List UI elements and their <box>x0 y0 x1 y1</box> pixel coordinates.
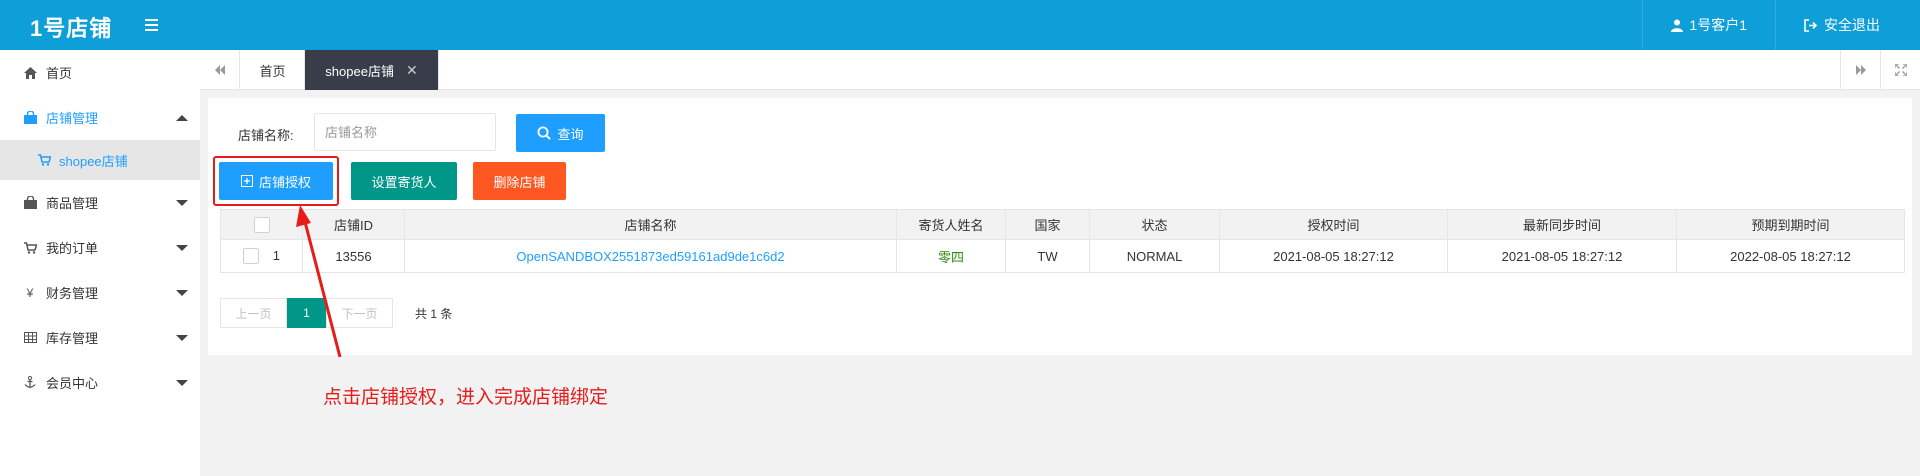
expire-time-cell: 2022-08-05 18:27:12 <box>1676 239 1905 273</box>
page-1-button[interactable]: 1 <box>287 298 326 328</box>
header-actions: 1号客户1 安全退出 <box>1642 0 1920 50</box>
shop-name-input[interactable] <box>314 113 496 151</box>
next-page-button[interactable]: 下一页 <box>326 298 393 328</box>
sidebar-item-inventory[interactable]: 库存管理 <box>0 315 200 360</box>
row-checkbox[interactable] <box>243 248 260 265</box>
anchor-icon <box>22 376 38 389</box>
status-cell: NORMAL <box>1089 239 1220 273</box>
sender-cell: 零四 <box>896 239 1006 273</box>
total-count: 共 1 条 <box>415 306 453 321</box>
shop-name-label: 店铺名称: <box>238 128 294 143</box>
shop-id-cell: 13556 <box>302 239 405 273</box>
table-row: 1 13556 OpenSANDBOX2551873ed59161ad9de1c… <box>220 239 1905 273</box>
user-icon <box>1671 19 1684 32</box>
caret-up-icon <box>176 115 188 121</box>
column-header: 国家 <box>1005 209 1090 240</box>
sidebar-item-label: 我的订单 <box>46 241 99 256</box>
delete-shop-button[interactable]: 删除店铺 <box>473 162 566 200</box>
search-icon <box>537 126 552 140</box>
select-all-cell <box>220 209 303 240</box>
sidebar-item-label: 财务管理 <box>46 286 99 301</box>
annotation-note: 点击店铺授权，进入完成店铺绑定 <box>323 387 609 408</box>
caret-down-icon <box>176 335 188 341</box>
sidebar-item-finance[interactable]: ¥ 财务管理 <box>0 270 200 315</box>
caret-down-icon <box>176 290 188 296</box>
fullscreen-icon <box>1894 64 1907 76</box>
sidebar-item-label: shopee店铺 <box>59 153 128 169</box>
column-header: 最新同步时间 <box>1447 209 1677 240</box>
top-header: 1号店铺 1号客户1 安全退出 <box>0 0 1920 50</box>
column-header: 店铺名称 <box>404 209 897 240</box>
logout-icon <box>1804 18 1818 32</box>
tab-prev-button[interactable] <box>200 50 240 90</box>
sidebar-item-home[interactable]: 首页 <box>0 50 200 95</box>
pagination: 上一页 1 下一页 共 1 条 <box>220 298 452 328</box>
menu-toggle-icon[interactable] <box>143 16 161 34</box>
fullscreen-button[interactable] <box>1880 50 1920 90</box>
cart-icon <box>38 154 51 166</box>
sidebar-item-label: 店铺管理 <box>46 111 99 126</box>
caret-down-icon <box>176 380 188 386</box>
tab-home[interactable]: 首页 <box>241 50 305 90</box>
prev-page-button[interactable]: 上一页 <box>220 298 287 328</box>
authorize-shop-button[interactable]: 店铺授权 <box>219 162 333 200</box>
search-button-label: 查询 <box>557 126 584 142</box>
sidebar: 首页 店铺管理 shopee店铺 商品管理 我的订单 ¥ 财务管理 库存管理 会… <box>0 50 200 476</box>
app-logo[interactable]: 1号店铺 <box>30 11 112 43</box>
table-header-row: 店铺ID 店铺名称 寄货人姓名 国家 状态 授权时间 最新同步时间 预期到期时间 <box>220 209 1905 240</box>
sidebar-item-shopee-shop[interactable]: shopee店铺 <box>0 140 200 180</box>
tab-bar: 首页 shopee店铺 ✕ <box>200 50 1920 90</box>
sidebar-item-label: 商品管理 <box>46 196 99 211</box>
logout-button[interactable]: 安全退出 <box>1775 0 1920 50</box>
logout-label: 安全退出 <box>1824 17 1880 33</box>
sender-name: 零四 <box>937 249 964 265</box>
tab-shopee-shop[interactable]: shopee店铺 ✕ <box>305 50 439 90</box>
column-header: 预期到期时间 <box>1676 209 1905 240</box>
sidebar-item-label: 库存管理 <box>46 331 99 346</box>
yen-icon: ¥ <box>26 285 34 300</box>
home-icon <box>22 66 38 79</box>
sidebar-item-goods-management[interactable]: 商品管理 <box>0 180 200 225</box>
plus-square-icon <box>240 175 253 187</box>
goods-icon <box>22 196 38 209</box>
table-icon <box>22 332 38 343</box>
column-header: 店铺ID <box>302 209 405 240</box>
authorize-shop-label: 店铺授权 <box>258 174 311 190</box>
column-header: 寄货人姓名 <box>896 209 1006 240</box>
tab-next-button[interactable] <box>1840 50 1880 90</box>
user-name: 1号客户1 <box>1689 17 1747 33</box>
row-select-cell: 1 <box>220 239 303 273</box>
double-left-icon <box>214 65 225 75</box>
sidebar-item-member-center[interactable]: 会员中心 <box>0 360 200 405</box>
column-header: 授权时间 <box>1219 209 1448 240</box>
cart-icon <box>22 241 38 254</box>
close-icon[interactable]: ✕ <box>406 62 418 79</box>
tab-label: shopee店铺 <box>325 63 394 79</box>
shop-name-cell: OpenSANDBOX2551873ed59161ad9de1c6d2 <box>404 239 897 273</box>
caret-down-icon <box>176 245 188 251</box>
auth-time-cell: 2021-08-05 18:27:12 <box>1219 239 1448 273</box>
sidebar-item-label: 会员中心 <box>46 376 99 391</box>
double-right-icon <box>1855 65 1866 75</box>
row-index: 1 <box>272 247 280 263</box>
shopping-bag-icon <box>22 111 38 124</box>
sidebar-item-label: 首页 <box>46 66 73 81</box>
sync-time-cell: 2021-08-05 18:27:12 <box>1447 239 1677 273</box>
tab-label: 首页 <box>259 63 286 79</box>
shop-table: 店铺ID 店铺名称 寄货人姓名 国家 状态 授权时间 最新同步时间 预期到期时间… <box>220 209 1905 273</box>
sidebar-item-my-orders[interactable]: 我的订单 <box>0 225 200 270</box>
column-header: 状态 <box>1089 209 1220 240</box>
caret-down-icon <box>176 200 188 206</box>
sidebar-item-shop-management[interactable]: 店铺管理 <box>0 95 200 140</box>
country-cell: TW <box>1005 239 1090 273</box>
set-sender-button[interactable]: 设置寄货人 <box>351 162 457 200</box>
user-menu[interactable]: 1号客户1 <box>1642 0 1775 50</box>
search-button[interactable]: 查询 <box>516 114 605 152</box>
shop-name-link[interactable]: OpenSANDBOX2551873ed59161ad9de1c6d2 <box>516 249 784 264</box>
select-all-checkbox[interactable] <box>253 216 270 233</box>
